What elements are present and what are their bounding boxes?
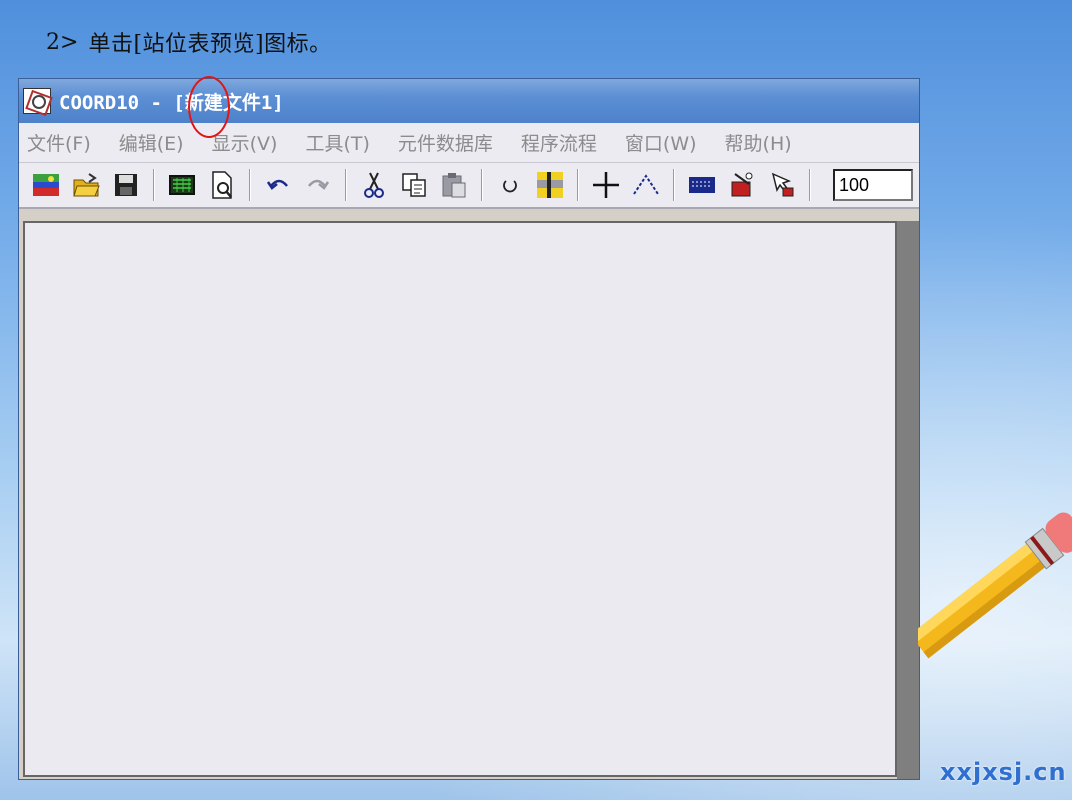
instruction-line: 2> 单击[站位表预览]图标。 <box>46 26 332 58</box>
grid-icon[interactable] <box>533 168 567 202</box>
toolbar-separator <box>577 169 579 201</box>
drawing-canvas[interactable] <box>23 221 897 777</box>
menu-bar: 文件(F) 编辑(E) 显示(V) 工具(T) 元件数据库 程序流程 窗口(W)… <box>19 123 919 163</box>
zoom-input[interactable] <box>833 169 913 201</box>
instruction-text: 单击[站位表预览]图标。 <box>88 32 332 57</box>
menu-program-flow[interactable]: 程序流程 <box>521 129 597 156</box>
toolbar-separator <box>345 169 347 201</box>
toolbar-separator <box>249 169 251 201</box>
save-icon[interactable] <box>109 168 143 202</box>
pointer-icon[interactable] <box>765 168 799 202</box>
scrollbar-track[interactable] <box>897 221 919 779</box>
app-logo-icon[interactable] <box>23 88 51 114</box>
menu-component-db[interactable]: 元件数据库 <box>398 129 493 156</box>
new-file-icon[interactable] <box>29 168 63 202</box>
menu-window[interactable]: 窗口(W) <box>625 129 697 156</box>
menu-view[interactable]: 显示(V) <box>212 129 278 156</box>
cut-icon[interactable] <box>357 168 391 202</box>
redo-icon[interactable] <box>301 168 335 202</box>
polyline-icon[interactable] <box>629 168 663 202</box>
station-table-preview-icon[interactable] <box>205 168 239 202</box>
title-bar[interactable]: COORD10 - [新建文件1] <box>19 79 919 123</box>
app-window: COORD10 - [新建文件1] 文件(F) 编辑(E) 显示(V) 工具(T… <box>18 78 920 780</box>
undo-icon[interactable] <box>261 168 295 202</box>
window-title: COORD10 - [新建文件1] <box>59 91 284 114</box>
menu-file[interactable]: 文件(F) <box>27 129 91 156</box>
rotate-icon[interactable] <box>493 168 527 202</box>
instruction-step: 2> <box>46 29 79 55</box>
toolbar-separator <box>481 169 483 201</box>
paste-icon[interactable] <box>437 168 471 202</box>
toolbar <box>19 163 919 209</box>
copy-icon[interactable] <box>397 168 431 202</box>
toolbar-separator <box>809 169 811 201</box>
toolbar-separator <box>153 169 155 201</box>
menu-help[interactable]: 帮助(H) <box>725 129 792 156</box>
highlight-annotation <box>188 76 230 138</box>
open-folder-icon[interactable] <box>69 168 103 202</box>
menu-tools[interactable]: 工具(T) <box>305 129 369 156</box>
pencil-illustration <box>918 500 1072 670</box>
crosshair-icon[interactable] <box>589 168 623 202</box>
keyboard-icon[interactable] <box>685 168 719 202</box>
toolbar-separator <box>673 169 675 201</box>
component-icon[interactable] <box>725 168 759 202</box>
menu-edit[interactable]: 编辑(E) <box>119 129 184 156</box>
watermark-text: xxjxsj.cn <box>940 758 1067 786</box>
station-table-icon[interactable] <box>165 168 199 202</box>
